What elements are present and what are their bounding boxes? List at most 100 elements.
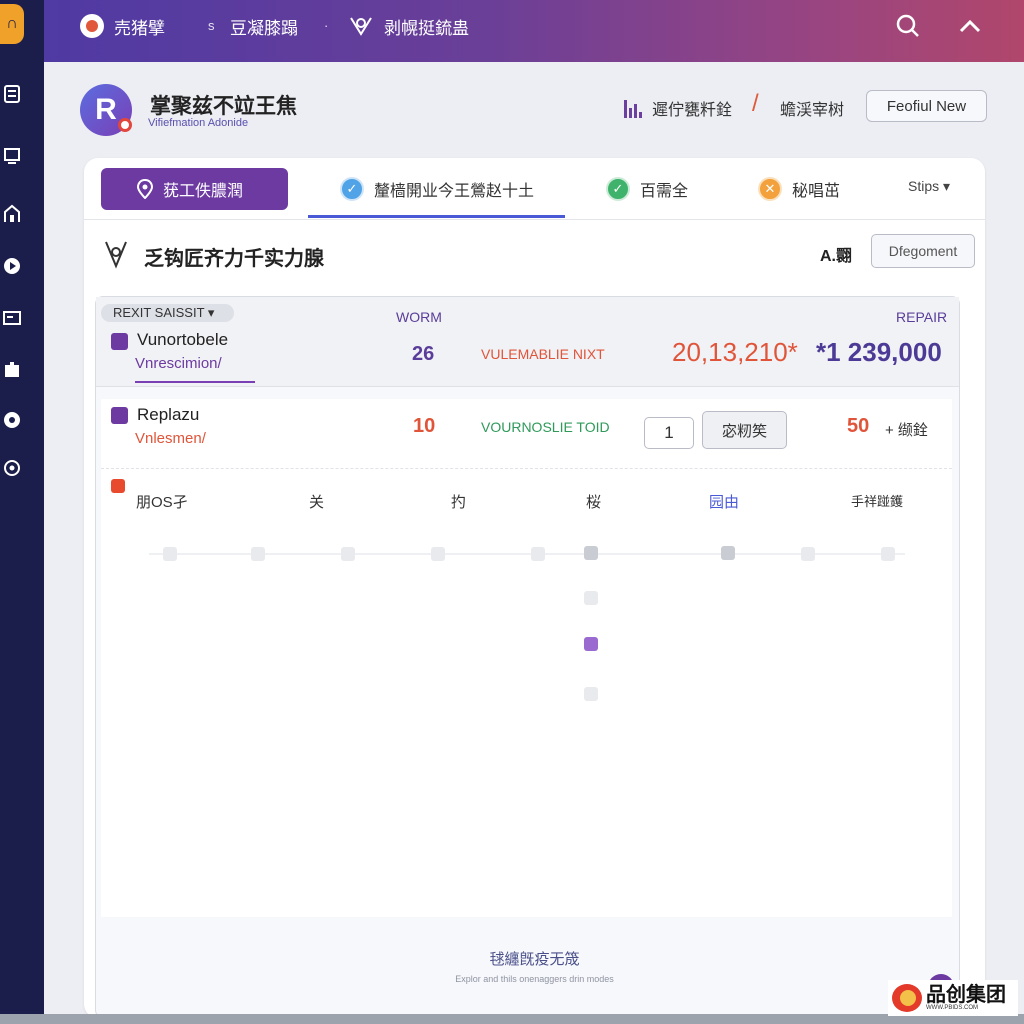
avatar-badge — [118, 118, 132, 132]
filter-dropdown[interactable]: REXIT SAISSIT ▾ — [101, 304, 234, 322]
column-header[interactable]: 朋OS孑 — [136, 491, 188, 512]
item-count: 26 — [412, 343, 435, 365]
avatar-letter: R — [95, 93, 117, 126]
watermark-logo-icon — [892, 984, 922, 1012]
globe-icon — [80, 14, 104, 38]
row-marker — [111, 333, 128, 350]
column-header[interactable]: 园由 — [709, 491, 739, 512]
column-header[interactable]: 手祥踫鑊 — [851, 491, 903, 510]
bar-chart-icon — [624, 98, 642, 118]
placeholder-cell — [341, 547, 355, 561]
close-circle-icon: ✕ — [758, 177, 782, 201]
alert-icon — [111, 479, 125, 493]
settings-icon[interactable] — [2, 458, 22, 478]
tab-active[interactable]: ✓ 釐樯開业今王鶯赵十土 — [340, 174, 534, 204]
column-header[interactable]: 扚 — [451, 491, 466, 512]
divider-slash: / — [752, 90, 759, 117]
nav-separator: · — [324, 18, 329, 33]
tab-active-label: 釐樯開业今王鶯赵十土 — [374, 183, 535, 200]
main-card: 莸工佚膿潤 ✓ 釐樯開业今王鶯赵十土 ✓ 百需全 ✕ 秘唱茁 Stips ▾ 乏… — [84, 158, 985, 1018]
placeholder-cell — [584, 591, 598, 605]
placeholder-cell — [584, 687, 598, 701]
nav-item-2-label: 豆凝膝蹋 — [230, 18, 298, 38]
nav-item-3-label: 剥幌挺鋶蛊 — [384, 18, 469, 38]
action-button[interactable]: 宓籾笶 — [702, 411, 787, 449]
placeholder-cell — [431, 547, 445, 561]
steps-dropdown[interactable]: Stips ▾ — [908, 178, 950, 195]
header-stat-1[interactable]: 遲佇甕粁銓 — [624, 96, 732, 120]
nav-item-1[interactable]: 売猪擘 — [80, 0, 165, 52]
play-icon[interactable] — [2, 256, 22, 276]
repair-count: 50 — [847, 415, 870, 437]
item-subtitle: Vnrescimion/ — [135, 355, 222, 372]
column-grid: 朋OS孑 关 扚 桜 园由 手祥踫鑊 — [101, 469, 952, 917]
item-count: 10 — [413, 415, 436, 437]
check-circle-icon: ✓ — [606, 177, 630, 201]
home-icon[interactable] — [2, 204, 22, 224]
check-circle-icon: ✓ — [340, 177, 364, 201]
card-icon[interactable] — [2, 308, 22, 328]
print-icon[interactable] — [2, 84, 22, 104]
nav-item-1-label: 売猪擘 — [114, 18, 165, 38]
app-logo[interactable]: ∩ — [0, 4, 24, 44]
column-header[interactable]: 关 — [309, 491, 324, 512]
monitor-icon[interactable] — [2, 146, 22, 166]
item-name: Replazu — [137, 405, 200, 424]
search-icon[interactable] — [894, 12, 922, 40]
placeholder-cell — [531, 547, 545, 561]
section-label: A.翾 — [820, 248, 853, 265]
repair-value: *1 239,000 — [816, 337, 942, 367]
total-value: 20,13,210* — [672, 337, 798, 367]
row-marker — [111, 407, 128, 424]
page-title: 掌聚兹不竝王焦 — [150, 95, 297, 118]
table-row[interactable]: Replazu Vnlesmen/ 10 VOURNOSLIE TOID 1 宓… — [101, 399, 952, 469]
item-subtitle: Vnlesmen/ — [135, 430, 206, 447]
page-subtitle: Vifiefmation Adonide — [148, 117, 249, 129]
item-underline — [135, 381, 255, 383]
placeholder-cell — [721, 546, 735, 560]
footer-subtitle: Explor and thils onenaggers drin modes — [455, 974, 614, 984]
table-row[interactable]: REXIT SAISSIT ▾ WORM REPAIR Vunortobele … — [96, 297, 959, 387]
footer-title: 毬纏旣疫无筬 — [489, 951, 580, 968]
deployment-button[interactable]: Dfegoment — [871, 234, 975, 268]
column-header-worm: WORM — [396, 309, 442, 325]
nav-separator: s — [208, 18, 215, 33]
header-stat-2-label: 蟾渓宰树 — [780, 102, 845, 119]
puzzle-icon[interactable] — [2, 360, 22, 380]
nav-item-3[interactable]: 剥幌挺鋶蛊 — [348, 0, 469, 52]
placeholder-cell — [584, 546, 598, 560]
status-text: VULEMABLIE NIXT — [481, 346, 605, 362]
bottom-scrollbar[interactable] — [0, 1014, 1024, 1024]
circle-icon[interactable] — [2, 410, 22, 430]
location-pin-icon — [137, 179, 153, 199]
shield-heart-icon — [350, 17, 372, 36]
avatar[interactable]: R — [80, 84, 132, 136]
tab-primary[interactable]: 莸工佚膿潤 — [101, 168, 288, 210]
tab-4[interactable]: ✕ 秘唱茁 — [758, 174, 840, 204]
shield-icon — [105, 241, 127, 269]
quantity-input[interactable]: 1 — [644, 417, 694, 449]
column-header[interactable]: 桜 — [586, 491, 601, 512]
vulnerability-panel: REXIT SAISSIT ▾ WORM REPAIR Vunortobele … — [95, 296, 960, 1018]
header-stat-1-label: 遲佇甕粁銓 — [652, 102, 733, 119]
status-text: VOURNOSLIE TOID — [481, 419, 610, 435]
tab-4-label: 秘唱茁 — [792, 183, 841, 200]
item-name: Vunortobele — [137, 330, 229, 349]
watermark-text: 品创集团 — [926, 984, 1006, 1006]
tab-3[interactable]: ✓ 百需全 — [606, 174, 688, 204]
placeholder-cell — [881, 547, 895, 561]
tab-3-label: 百需全 — [640, 183, 689, 200]
chevron-up-icon[interactable] — [956, 12, 984, 40]
header-stat-2[interactable]: 蟾渓宰树 — [780, 96, 844, 120]
active-tab-indicator — [308, 215, 565, 218]
watermark: 品创集团 WWW.PBIDS.COM — [888, 980, 1018, 1016]
placeholder-cell — [251, 547, 265, 561]
selected-cell[interactable] — [584, 637, 598, 651]
placeholder-cell — [163, 547, 177, 561]
placeholder-cell — [801, 547, 815, 561]
column-header-repair: REPAIR — [896, 309, 948, 325]
new-button[interactable]: Feofiul New — [866, 90, 987, 122]
tab-bar: 莸工佚膿潤 ✓ 釐樯開业今王鶯赵十土 ✓ 百需全 ✕ 秘唱茁 Stips ▾ — [84, 158, 985, 220]
repair-label: + 缬銓 — [885, 422, 928, 439]
nav-item-2[interactable]: 豆凝膝蹋 — [230, 0, 298, 52]
